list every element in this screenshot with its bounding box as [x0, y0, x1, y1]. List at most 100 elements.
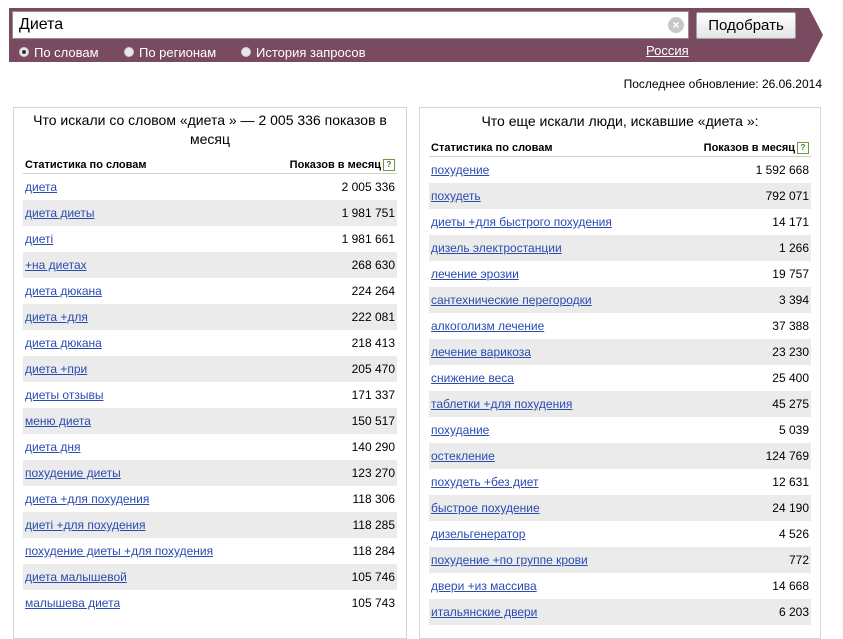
keyword-link[interactable]: малышева диета	[25, 596, 120, 610]
table-row: лечение варикоза 23 230	[429, 339, 811, 365]
keyword-link[interactable]: быстрое похудение	[431, 501, 540, 515]
search-bar-arrow	[809, 8, 823, 62]
impressions-count: 123 270	[351, 466, 395, 480]
keyword-link[interactable]: диета дня	[25, 440, 80, 454]
keyword-link[interactable]: двери +из массива	[431, 579, 537, 593]
keyword-link[interactable]: лечение эрозии	[431, 267, 519, 281]
keyword-link[interactable]: похудение диеты	[25, 466, 121, 480]
impressions-count: 23 230	[772, 345, 809, 359]
keyword-link[interactable]: диеты +для быстрого похудения	[431, 215, 612, 229]
table-row: диета дня 140 290	[23, 434, 397, 460]
keyword-link[interactable]: диета дюкана	[25, 336, 102, 350]
keyword-link[interactable]: остекление	[431, 449, 495, 463]
impressions-count: 12 631	[772, 475, 809, 489]
impressions-count: 6 203	[778, 605, 809, 619]
impressions-count: 105 743	[351, 596, 395, 610]
region-link[interactable]: Россия	[646, 43, 689, 58]
keyword-link[interactable]: диета	[25, 180, 57, 194]
impressions-count: 2 005 336	[341, 180, 395, 194]
keyword-link[interactable]: диета +для	[25, 310, 88, 324]
column-header-count: Показов в месяц?	[290, 157, 395, 173]
tab-label: По регионам	[139, 44, 217, 60]
impressions-count: 1 981 751	[341, 206, 395, 220]
table-row: дизельгенератор 4 526	[429, 521, 811, 547]
table-row: похудание 5 039	[429, 417, 811, 443]
left-table-header: Статистика по словам Показов в месяц?	[23, 157, 397, 174]
table-row: меню диета 150 517	[23, 408, 397, 434]
right-panel-title: Что еще искали люди, искавшие «диета »:	[481, 113, 759, 129]
table-row: похудение +по группе крови 772	[429, 547, 811, 573]
table-row: диеты отзывы 171 337	[23, 382, 397, 408]
keyword-link[interactable]: похудение	[431, 163, 489, 177]
keyword-link[interactable]: +на диетах	[25, 258, 87, 272]
table-row: похудеть 792 071	[429, 183, 811, 209]
keyword-link[interactable]: меню диета	[25, 414, 91, 428]
keyword-link[interactable]: диета малышевой	[25, 570, 127, 584]
keyword-link[interactable]: диета дюкана	[25, 284, 102, 298]
impressions-count: 224 264	[351, 284, 395, 298]
keyword-link[interactable]: лечение варикоза	[431, 345, 531, 359]
table-row: диета +для похудения 118 306	[23, 486, 397, 512]
impressions-count: 140 290	[351, 440, 395, 454]
keyword-link[interactable]: алкоголизм лечение	[431, 319, 544, 333]
radio-icon[interactable]	[19, 47, 29, 57]
impressions-count: 14 171	[772, 215, 809, 229]
impressions-count: 218 413	[351, 336, 395, 350]
table-row: диета 2 005 336	[23, 174, 397, 200]
keyword-link[interactable]: диеті	[25, 232, 53, 246]
impressions-count: 45 275	[772, 397, 809, 411]
table-row: диеті 1 981 661	[23, 226, 397, 252]
impressions-count: 19 757	[772, 267, 809, 281]
table-row: похудение диеты +для похудения 118 284	[23, 538, 397, 564]
keyword-link[interactable]: снижение веса	[431, 371, 514, 385]
table-row: диета дюкана 218 413	[23, 330, 397, 356]
table-row: остекление 124 769	[429, 443, 811, 469]
impressions-count: 24 190	[772, 501, 809, 515]
impressions-count: 150 517	[351, 414, 395, 428]
keyword-link[interactable]: похудение +по группе крови	[431, 553, 588, 567]
column-header-words: Статистика по словам	[431, 142, 553, 154]
impressions-count: 792 071	[765, 189, 809, 203]
right-table-header: Статистика по словам Показов в месяц?	[429, 140, 811, 157]
keyword-link[interactable]: итальянские двери	[431, 605, 537, 619]
keyword-link[interactable]: дизель электростанции	[431, 241, 562, 255]
keyword-link[interactable]: похудение диеты +для похудения	[25, 544, 213, 558]
table-row: диеты +для быстрого похудения 14 171	[429, 209, 811, 235]
table-row: похудеть +без диет 12 631	[429, 469, 811, 495]
keyword-link[interactable]: похудеть +без диет	[431, 475, 538, 489]
radio-icon[interactable]	[124, 47, 134, 57]
table-row: быстрое похудение 24 190	[429, 495, 811, 521]
search-input[interactable]: Диета	[12, 11, 689, 39]
table-row: диета диеты 1 981 751	[23, 200, 397, 226]
table-row: диета дюкана 224 264	[23, 278, 397, 304]
tab-history[interactable]: История запросов	[241, 43, 366, 61]
table-row: дизель электростанции 1 266	[429, 235, 811, 261]
keyword-link[interactable]: похудеть	[431, 189, 481, 203]
table-row: малышева диета 105 743	[23, 590, 397, 616]
impressions-count: 772	[788, 553, 809, 567]
submit-button[interactable]: Подобрать	[696, 12, 796, 39]
tab-label: История запросов	[256, 44, 366, 60]
impressions-count: 118 284	[352, 544, 396, 558]
keyword-link[interactable]: таблетки +для похудения	[431, 397, 572, 411]
clear-icon[interactable]: ×	[668, 17, 684, 33]
impressions-count: 124 769	[765, 449, 809, 463]
table-row: +на диетах 268 630	[23, 252, 397, 278]
keyword-link[interactable]: сантехнические перегородки	[431, 293, 592, 307]
tab-by-regions[interactable]: По регионам	[124, 43, 216, 61]
right-panel: Что еще искали люди, искавшие «диета »: …	[419, 107, 821, 639]
help-icon[interactable]: ?	[797, 142, 809, 155]
keyword-link[interactable]: диеты отзывы	[25, 388, 103, 402]
keyword-link[interactable]: похудание	[431, 423, 489, 437]
tab-by-words[interactable]: По словам	[19, 43, 99, 61]
help-icon[interactable]: ?	[383, 159, 395, 172]
keyword-link[interactable]: диета +при	[25, 362, 87, 376]
impressions-count: 205 470	[351, 362, 395, 376]
keyword-link[interactable]: диета +для похудения	[25, 492, 149, 506]
keyword-link[interactable]: диеті +для похудения	[25, 518, 145, 532]
keyword-link[interactable]: диета диеты	[25, 206, 94, 220]
radio-icon[interactable]	[241, 47, 251, 57]
keyword-link[interactable]: дизельгенератор	[431, 527, 525, 541]
column-header-words: Статистика по словам	[25, 159, 147, 171]
impressions-count: 1 592 668	[755, 163, 809, 177]
